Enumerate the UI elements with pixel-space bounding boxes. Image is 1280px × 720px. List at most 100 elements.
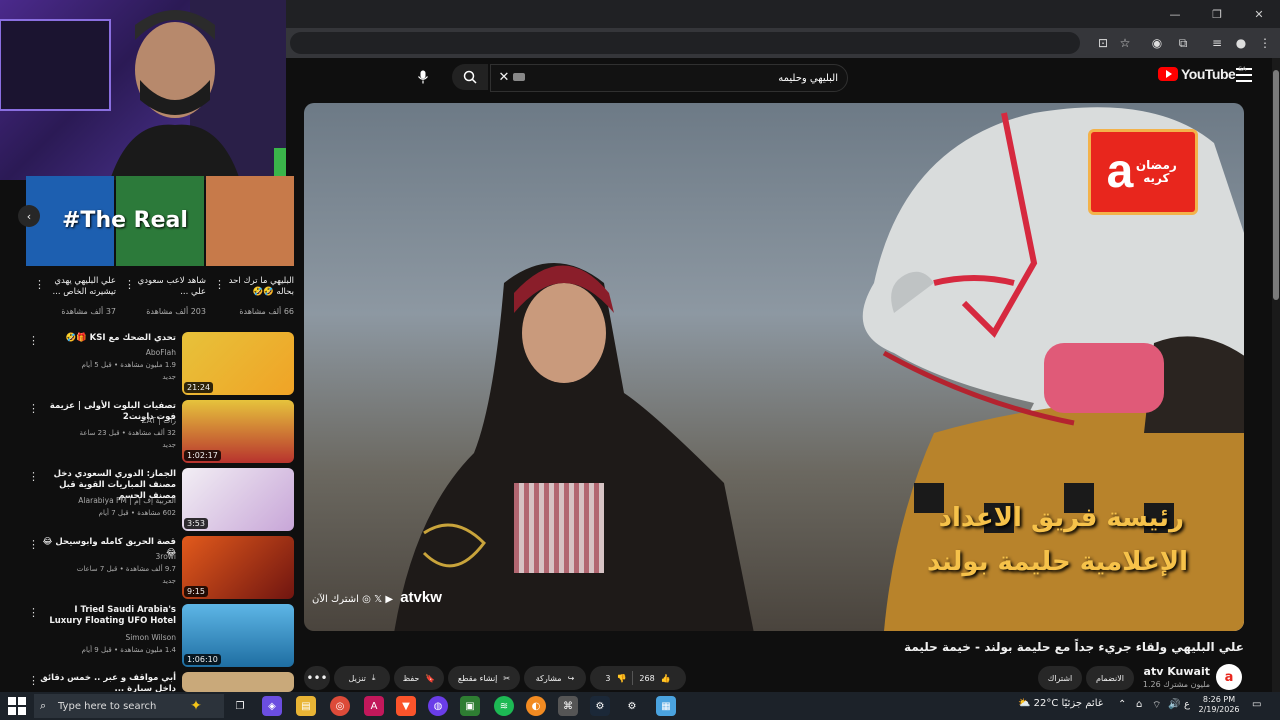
divider — [632, 671, 634, 685]
copilot-sparkle-icon[interactable]: ✦ — [186, 696, 206, 716]
short-title[interactable]: علي البليهي يهدي تيشيرته الخاص ... — [44, 276, 116, 298]
short-thumbnail-1[interactable] — [206, 176, 294, 266]
profile-icon[interactable]: ● — [1232, 34, 1250, 52]
input-language[interactable]: ع — [1184, 699, 1190, 710]
install-app-icon[interactable]: ⊡ — [1094, 34, 1112, 52]
brave-icon[interactable]: ▼ — [396, 696, 416, 716]
search-input[interactable] — [531, 68, 840, 88]
related-title[interactable]: I Tried Saudi Arabia's Luxury Floating U… — [40, 605, 176, 627]
weather-widget[interactable]: ⛅ 22°C غائم جزئيًا — [1018, 698, 1103, 709]
related-thumbnail[interactable]: 1:02:17 — [182, 400, 294, 463]
kebab-icon[interactable]: ⋮ — [28, 402, 39, 415]
webcam-overlay — [0, 0, 286, 180]
save-button[interactable]: حفظ 🔖 — [394, 666, 444, 690]
join-button[interactable]: الانضمام — [1086, 666, 1134, 690]
obs-icon[interactable]: ◍ — [428, 696, 448, 716]
search-button[interactable] — [452, 64, 488, 90]
related-thumbnail[interactable]: 9:15 — [182, 536, 294, 599]
dislike-icon[interactable]: 👎 — [616, 674, 626, 683]
kebab-icon[interactable]: ⋮ — [34, 278, 45, 291]
related-title[interactable]: تحدي الضحك مع KSI 🎁🤣 — [40, 333, 176, 344]
keyboard-icon[interactable] — [513, 73, 525, 81]
subscribe-button[interactable]: اشتراك — [1038, 666, 1082, 690]
youtube-logo[interactable]: YouTube SA — [1158, 66, 1246, 82]
kebab-icon[interactable]: ⋮ — [28, 538, 39, 551]
weather-text: غائم جزئيًا — [1061, 698, 1103, 709]
copilot-icon[interactable]: ◈ — [262, 696, 282, 716]
voice-search-button[interactable] — [410, 64, 436, 90]
puzzle-icon[interactable]: ⧉ — [1174, 34, 1192, 52]
kebab-menu-icon[interactable]: ⋮ — [1256, 34, 1274, 52]
kebab-icon[interactable]: ⋮ — [124, 278, 135, 291]
kebab-icon[interactable]: ⋮ — [28, 606, 39, 619]
start-button[interactable] — [8, 697, 26, 715]
share-button[interactable]: مشاركة ↪ — [524, 666, 586, 690]
address-bar[interactable] — [290, 32, 1080, 54]
related-channel[interactable]: 3rowi — [40, 552, 177, 561]
related-thumbnail[interactable]: 1:06:10 — [182, 604, 294, 667]
weather-icon: ⛅ — [1018, 698, 1031, 709]
notification-icon[interactable]: ▭ — [1252, 699, 1261, 710]
restore-button[interactable]: ❐ — [1196, 0, 1238, 28]
search-icon — [463, 70, 477, 84]
duration-badge: 9:15 — [184, 586, 208, 597]
steam-icon[interactable]: ⚙ — [590, 696, 610, 716]
shorts-prev-button[interactable]: ‹ — [18, 205, 40, 227]
settings-icon[interactable]: ⚙ — [622, 696, 642, 716]
volume-icon[interactable]: 🔊 — [1168, 699, 1180, 710]
scrollbar-thumb[interactable] — [1273, 70, 1279, 300]
reading-list-icon[interactable]: ≡ — [1208, 34, 1226, 52]
related-thumbnail[interactable] — [182, 672, 294, 692]
file-explorer-icon[interactable]: ▤ — [296, 696, 316, 716]
share-label: مشاركة — [535, 673, 562, 683]
network-icon[interactable]: ⌂ — [1136, 699, 1142, 710]
short-views: 203 ألف مشاهدة — [146, 307, 206, 316]
clear-search-icon[interactable]: ✕ — [495, 68, 513, 86]
related-thumbnail[interactable]: 3:53 — [182, 468, 294, 531]
clip-button[interactable]: إنشاء مقطع ✂ — [448, 666, 520, 690]
video-player[interactable]: a رمضان كريه رئيسة فريق الاعداد الإعلامي… — [304, 103, 1244, 631]
wifi-icon[interactable]: ⌔ — [1152, 699, 1161, 712]
bookmark-star-icon[interactable]: ☆ — [1116, 34, 1134, 52]
app-icon[interactable]: ◐ — [526, 696, 546, 716]
like-icon[interactable]: 👍 — [661, 674, 671, 683]
related-thumbnail[interactable]: 21:24 — [182, 332, 294, 395]
related-meta: 1.9 مليون مشاهدة • قبل 5 أيام — [81, 361, 176, 369]
duration-badge: 3:53 — [184, 518, 208, 529]
channel-avatar[interactable]: a — [1216, 664, 1242, 690]
youtube-icon: ▶ — [385, 594, 394, 605]
taskbar-search-placeholder: Type here to search — [58, 700, 157, 712]
kebab-icon[interactable]: ⋮ — [28, 470, 39, 483]
clock[interactable]: 8:26 PM 2/19/2026 — [1196, 695, 1242, 716]
capcut-icon[interactable]: ⌘ — [558, 696, 578, 716]
related-channel[interactable]: ZAT | زات — [40, 416, 176, 425]
bookmark-icon: 🔖 — [425, 673, 436, 683]
related-channel[interactable]: Simon Wilson — [40, 633, 176, 642]
new-badge: جديد — [162, 577, 176, 585]
terminal-icon[interactable]: ▣ — [460, 696, 480, 716]
kebab-icon[interactable]: ⋮ — [28, 674, 39, 687]
task-view-icon[interactable]: ❐ — [230, 696, 250, 716]
chrome-icon[interactable]: ◎ — [330, 696, 350, 716]
minimize-button[interactable]: — — [1154, 0, 1196, 28]
tray-chevron-icon[interactable]: ⌃ — [1118, 699, 1126, 710]
affinity-icon[interactable]: A — [364, 696, 384, 716]
notes-icon[interactable]: ▦ — [656, 696, 676, 716]
dislike-count: 3 — [605, 673, 611, 683]
clip-label: إنشاء مقطع — [457, 673, 498, 683]
clock-date: 2/19/2026 — [1198, 705, 1240, 715]
close-window-button[interactable]: ✕ — [1238, 0, 1280, 28]
short-title[interactable]: شاهد لاعب سعودي علي ... — [134, 276, 206, 298]
more-actions-button[interactable]: ••• — [304, 666, 330, 690]
download-button[interactable]: تنزيل ⤓ — [334, 666, 390, 690]
kebab-icon[interactable]: ⋮ — [214, 278, 225, 291]
kebab-icon[interactable]: ⋮ — [28, 334, 39, 347]
related-channel[interactable]: AboFlah — [40, 348, 176, 357]
spotify-icon[interactable]: ≋ — [494, 696, 514, 716]
extension-icon[interactable]: ◉ — [1148, 34, 1166, 52]
save-label: حفظ — [402, 673, 420, 683]
short-title[interactable]: البليهي ما ترك احد بحاله 🤣🤣 — [222, 276, 294, 298]
related-channel[interactable]: Alarabiya FM | العربية إف إم — [40, 496, 176, 505]
related-meta: 602 مشاهدة • قبل 7 أيام — [98, 509, 176, 517]
channel-name[interactable]: atv Kuwait — [1140, 665, 1210, 678]
